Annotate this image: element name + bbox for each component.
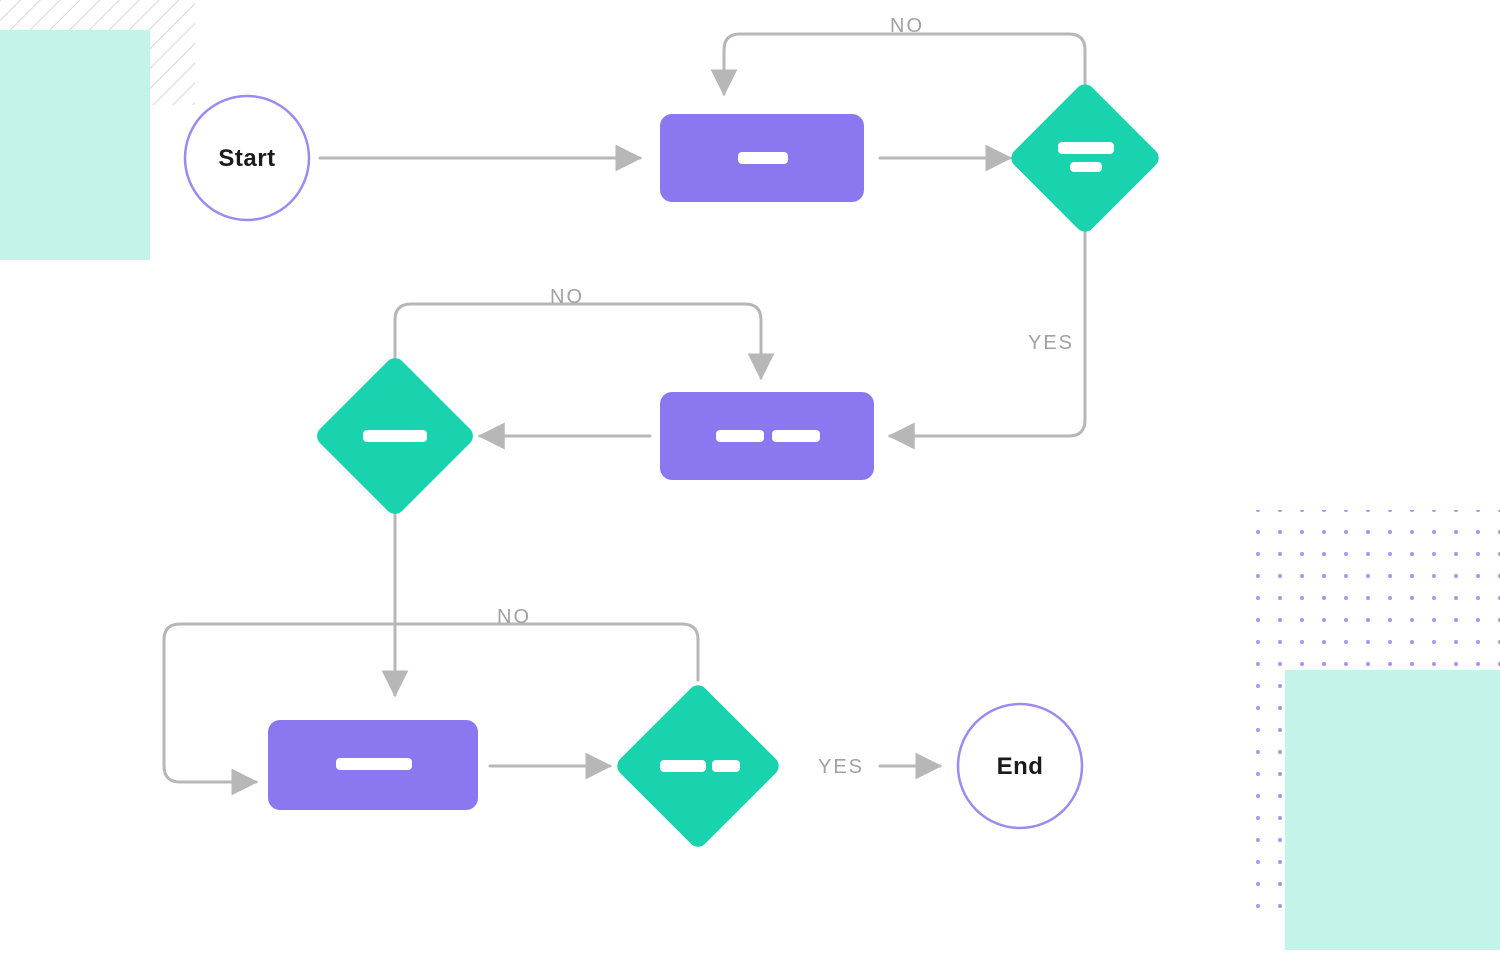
edge-d1-no: [724, 34, 1085, 94]
decision-3: [613, 681, 783, 851]
edge-label-no-2: NO: [550, 286, 584, 309]
edge-label-no-1: NO: [890, 15, 924, 38]
process-2: [660, 392, 874, 480]
flowchart-svg: [0, 0, 1500, 960]
decision-2: [313, 354, 477, 518]
edge-label-no-3: NO: [497, 606, 531, 629]
decor-top-left: [0, 0, 195, 260]
process-3: [268, 720, 478, 810]
edge-label-yes-2: YES: [818, 756, 864, 779]
decision-1: [1007, 80, 1163, 236]
decor-bottom-right: [1255, 510, 1500, 950]
end-label: End: [994, 753, 1046, 781]
start-label: Start: [215, 145, 279, 173]
process-1: [660, 114, 864, 202]
flowchart-canvas: Start End NO YES NO NO YES: [0, 0, 1500, 960]
edge-d2-no: [395, 304, 761, 378]
edge-label-yes-1: YES: [1028, 332, 1074, 355]
